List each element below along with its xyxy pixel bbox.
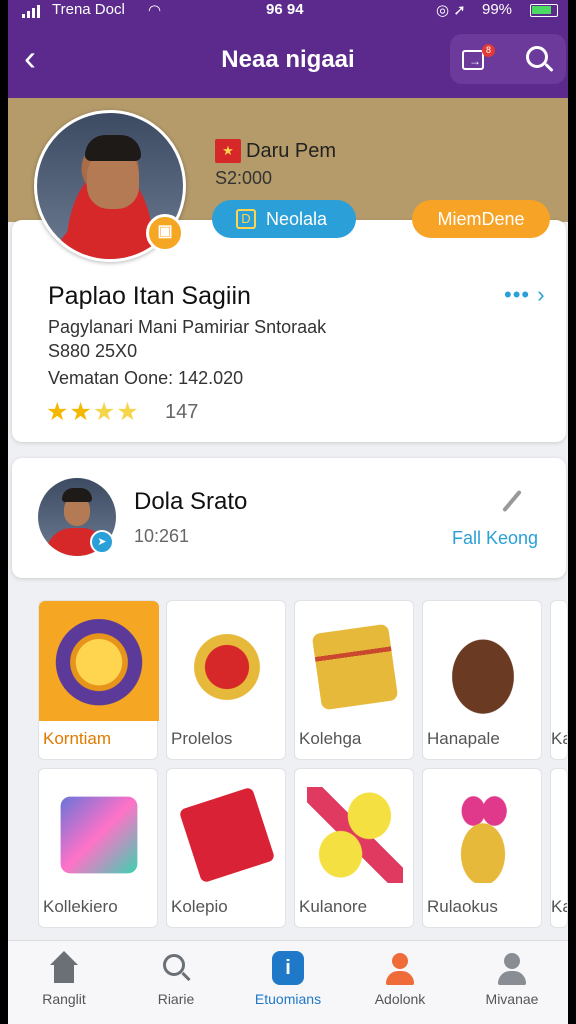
header-actions: → 8 bbox=[450, 34, 566, 84]
star-icon: ★ bbox=[92, 398, 117, 426]
star-icon: ★ bbox=[46, 398, 70, 426]
item-tile[interactable]: Ka bbox=[550, 768, 568, 928]
item-label: Kulanore bbox=[299, 897, 368, 916]
orange-pill-button[interactable]: MiemDene bbox=[412, 200, 550, 238]
item-label: Korntiam bbox=[43, 729, 112, 748]
profile-stat: Vematan Oone: 142.020 bbox=[48, 368, 244, 388]
item-tile[interactable]: Rulaokus bbox=[422, 768, 542, 928]
item-tile[interactable]: Hanapale bbox=[422, 600, 542, 760]
chest-icon bbox=[311, 623, 399, 711]
nav-label: Adolonk bbox=[374, 991, 426, 1007]
nav-label: Etuomians bbox=[254, 991, 322, 1007]
home-icon bbox=[48, 951, 80, 985]
nav-label: Ranglit bbox=[42, 991, 86, 1007]
profile-subtitle: Daru Pem bbox=[246, 140, 337, 162]
profile-amount: S2:000 bbox=[215, 168, 273, 188]
orange-pill-label: MiemDene bbox=[437, 209, 525, 229]
player-link[interactable]: Fall Keong bbox=[452, 528, 538, 549]
star-icon: ★ bbox=[116, 398, 140, 426]
avatar-hair bbox=[85, 135, 141, 161]
more-dots: ••• bbox=[504, 282, 531, 307]
person-head bbox=[504, 953, 520, 969]
info-icon: i bbox=[272, 951, 304, 985]
app-header: ‹ Neaa nigaai → 8 bbox=[8, 22, 568, 98]
bottle-icon bbox=[307, 787, 403, 883]
level-badge-icon: ▣ bbox=[146, 214, 184, 252]
person-body bbox=[386, 971, 414, 985]
item-label: Ka bbox=[551, 897, 567, 916]
nav-label: Mivanae bbox=[485, 991, 539, 1007]
profile-description: Pagylanari Mani Pamiriar Sntoraak bbox=[48, 317, 327, 337]
search-button[interactable] bbox=[524, 44, 556, 76]
person-head bbox=[392, 953, 408, 969]
star-icon: ★ bbox=[69, 398, 93, 426]
nav-item-account[interactable]: Mivanae bbox=[456, 941, 568, 1024]
search-icon-handle bbox=[544, 62, 554, 73]
app-screen: Trena Docl ◠ 96 94 ◎ ➚ 99% ‹ Neaa nigaai… bbox=[8, 0, 568, 1024]
nav-item-info[interactable]: i Etuomians bbox=[232, 941, 344, 1024]
item-label: Kolehga bbox=[299, 729, 362, 748]
player-card[interactable]: ➤ Dola Srato 10:261 Fall Keong bbox=[12, 458, 566, 578]
carrier-label: Trena Docl bbox=[52, 1, 125, 18]
status-bar: Trena Docl ◠ 96 94 ◎ ➚ 99% bbox=[8, 0, 568, 22]
search-handle bbox=[181, 971, 191, 982]
more-link[interactable]: ••• › bbox=[504, 282, 546, 308]
nav-item-profile[interactable]: Adolonk bbox=[344, 941, 456, 1024]
person-icon bbox=[384, 951, 416, 985]
item-tile[interactable]: Kollekiero bbox=[38, 768, 158, 928]
edit-pencil-icon[interactable] bbox=[502, 489, 522, 513]
card-icon: D bbox=[236, 209, 256, 229]
star-rating: ★★★★ bbox=[46, 397, 140, 427]
battery-percent: 99% bbox=[482, 1, 513, 18]
item-label: Rulaokus bbox=[427, 897, 498, 916]
profile-id: S880 25X0 bbox=[48, 341, 138, 361]
item-label: Kolepio bbox=[171, 897, 228, 916]
item-tile[interactable]: Prolelos bbox=[166, 600, 286, 760]
bow-icon bbox=[435, 787, 531, 883]
flag-icon: ★ bbox=[215, 139, 241, 163]
search-icon bbox=[160, 951, 192, 985]
profile-name: Paplao Itan Sagiin bbox=[48, 282, 251, 310]
blue-pill-button[interactable]: D Neolala bbox=[212, 200, 356, 238]
nav-item-home[interactable]: Ranglit bbox=[8, 941, 120, 1024]
token-icon bbox=[179, 619, 275, 715]
wifi-icon: ◠ bbox=[148, 2, 162, 19]
location-icon: ◎ ➚ bbox=[436, 2, 466, 19]
bottom-nav: Ranglit Riarie i Etuomians Adolonk Mivan… bbox=[8, 940, 568, 1024]
item-label: Hanapale bbox=[427, 729, 500, 748]
avatar-hair bbox=[62, 488, 92, 502]
nav-label: Riarie bbox=[157, 991, 195, 1007]
item-tile[interactable]: Ka bbox=[550, 600, 568, 760]
player-name: Dola Srato bbox=[134, 488, 248, 515]
battery-icon bbox=[530, 4, 558, 17]
item-tile[interactable]: Kolehga bbox=[294, 600, 414, 760]
item-label: Ka bbox=[551, 729, 567, 748]
signal-icon bbox=[22, 5, 40, 18]
person-icon bbox=[496, 951, 528, 985]
shoe-icon bbox=[435, 619, 531, 715]
chevron-right-icon: › bbox=[537, 282, 546, 307]
notification-badge: 8 bbox=[482, 44, 495, 57]
wallet-icon bbox=[178, 786, 276, 884]
item-tile[interactable]: Kolepio bbox=[166, 768, 286, 928]
badge-icon bbox=[51, 619, 147, 715]
blue-pill-label: Neolala bbox=[266, 209, 328, 229]
item-tile[interactable]: Korntiam bbox=[38, 600, 159, 760]
item-grid: Korntiam Prolelos Kolehga Hanapale Ka Ko… bbox=[8, 596, 568, 932]
player-time: 10:261 bbox=[134, 526, 190, 546]
item-tile[interactable]: Kulanore bbox=[294, 768, 414, 928]
person-body bbox=[498, 971, 526, 985]
case-icon bbox=[60, 796, 138, 874]
rating-value: 147 bbox=[165, 401, 199, 423]
item-label: Prolelos bbox=[171, 729, 233, 748]
verified-icon: ➤ bbox=[90, 530, 114, 554]
item-label: Kollekiero bbox=[43, 897, 118, 916]
notifications-button[interactable]: → 8 bbox=[460, 44, 495, 74]
nav-item-search[interactable]: Riarie bbox=[120, 941, 232, 1024]
arrow-glyph: → bbox=[469, 54, 481, 68]
status-time: 96 94 bbox=[266, 1, 304, 18]
